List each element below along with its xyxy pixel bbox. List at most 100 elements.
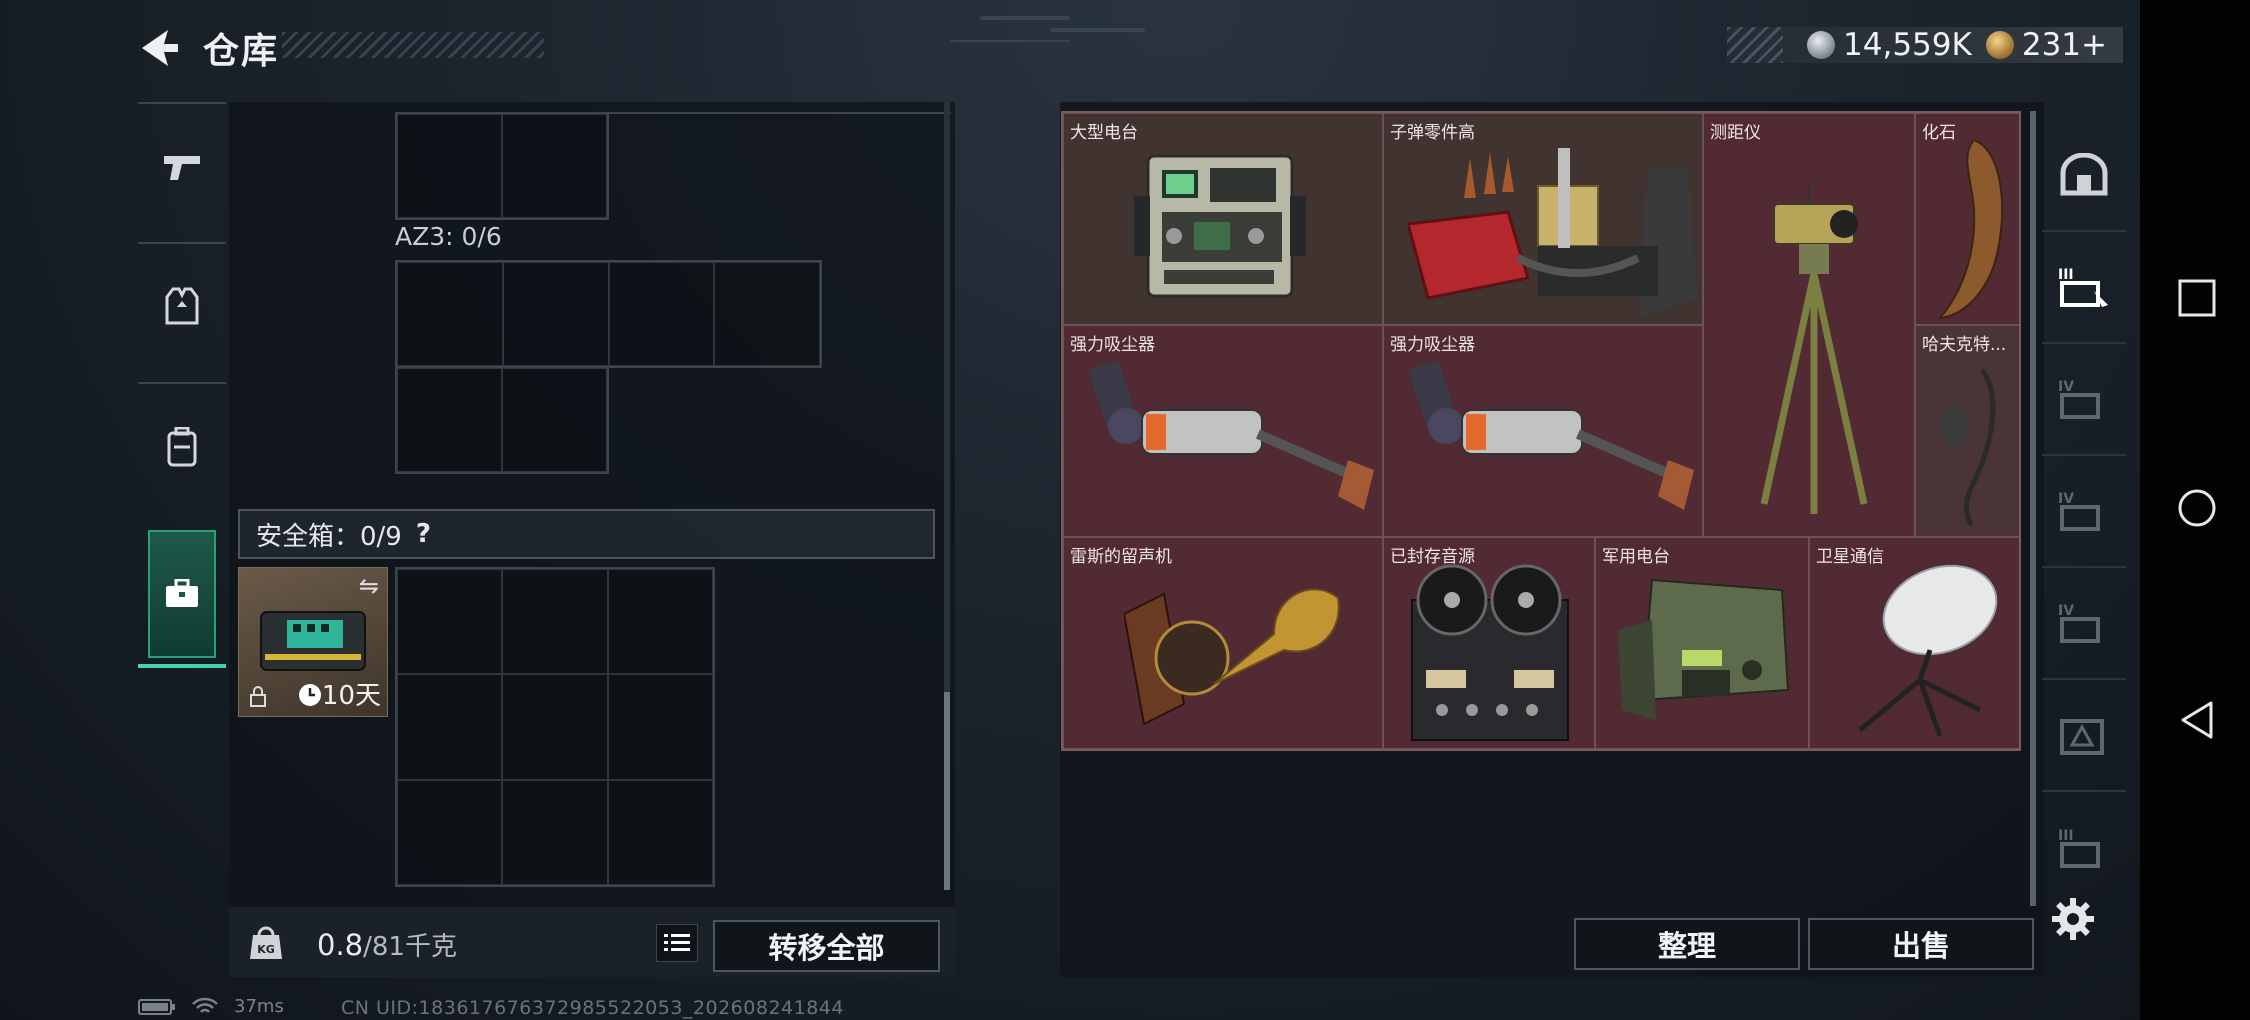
tab-weapon[interactable] [138,102,226,230]
scrollbar-thumb[interactable] [944,692,950,890]
stash-scrollbar[interactable] [2030,111,2036,906]
container-grid-top[interactable] [395,112,609,220]
tab-backpack[interactable] [138,382,226,510]
tab-safebox[interactable] [138,530,226,668]
svg-text:IV: IV [2058,491,2074,507]
battery-icon [138,998,175,1015]
stash-home-icon [2060,153,2108,196]
active-tab-indicator [138,664,226,668]
ping-readout: 37ms [234,996,284,1017]
item-name: 测距仪 [1710,123,1761,143]
stash-tab-3[interactable]: III [2042,232,2126,344]
silver-currency[interactable]: 14,559K [1807,27,1972,63]
item-name: 雷斯的留声机 [1070,547,1172,567]
container-panel: AZ3: 0/6 安全箱：0/9 ? ⇋ 10天 KG 0.8/81千克 转移全… [229,102,955,977]
stash-page-3-icon: III [2058,828,2100,868]
item-satellite-comm[interactable]: 卫星通信 [1809,537,2019,749]
safebox-duration: 10天 [298,675,381,712]
sort-button[interactable]: 整理 [1574,918,1800,970]
az3-grid-row2[interactable] [395,366,609,474]
weight-capacity: /81千克 [363,932,457,962]
user-uid: CN UID:183617676372985522053_20260824184… [341,997,844,1019]
title-hatch-decoration [282,32,544,58]
left-tab-column [138,102,226,674]
home-icon[interactable] [2177,488,2217,528]
vacuum-image [1408,360,1694,510]
clock-icon [298,684,321,706]
item-large-radio[interactable]: 大型电台 [1063,113,1383,325]
svg-text:IV: IV [2058,603,2074,619]
stash-page-4-icon: IV [2058,603,2100,643]
stash-tab-column: III IV IV IV III [2042,120,2126,910]
bg-streak [980,16,1070,20]
recent-apps-icon[interactable] [2177,278,2217,318]
fossil-image [1937,140,2004,320]
stash-tab-5[interactable] [2042,680,2126,792]
ammo-parts-image [1408,148,1698,318]
system-back-icon[interactable] [2177,700,2217,740]
settings-gear-icon[interactable] [2050,896,2096,942]
help-icon[interactable]: ? [416,519,431,549]
back-arrow-icon[interactable] [138,26,180,70]
stash-tab-6[interactable]: III [2042,792,2126,904]
item-military-radio[interactable]: 军用电台 [1595,537,1809,749]
az3-label: AZ3: 0/6 [395,222,502,251]
tab-armor[interactable] [138,242,226,370]
transfer-all-button[interactable]: 转移全部 [713,920,940,972]
currency-bar: 14,559K 231+ [1727,27,2123,63]
page-title: 仓库 [203,31,280,72]
weight-current: 0.8 [317,928,364,962]
military-radio-image [1618,578,1790,720]
item-name: 大型电台 [1070,123,1138,143]
pistol-icon [164,156,200,180]
svg-text:IV: IV [2058,379,2074,395]
item-haavk[interactable]: 哈夫克特... [1915,325,2019,537]
system-nav-bar [2140,0,2250,1020]
stash-page-4-icon: IV [2058,491,2100,531]
svg-text:KG: KG [257,943,275,956]
satellite-dish-image [1858,564,1998,737]
stash-item-grid: 大型电台 子弹零件高 测距仪 化石 强力吸尘器 强力吸尘器 哈夫克特... 雷斯… [1061,111,2021,751]
container-scrollbar[interactable] [944,102,950,890]
weight-kg-icon: KG [250,926,282,959]
item-rangefinder[interactable]: 测距仪 [1703,113,1915,537]
item-vacuum-1[interactable]: 强力吸尘器 [1063,325,1383,537]
stash-tab-4b[interactable]: IV [2042,456,2126,568]
stash-page-3-icon: III [2058,267,2108,307]
vacuum-image [1088,360,1374,510]
item-ammo-parts[interactable]: 子弹零件高 [1383,113,1703,325]
stash-tab-all[interactable] [2042,120,2126,232]
gramophone-image [1124,588,1340,726]
reel-to-reel-image [1411,564,1569,741]
list-view-button[interactable] [656,924,698,962]
safebox-item[interactable]: ⇋ 10天 [238,567,388,717]
safebox-grid[interactable] [395,567,715,887]
silver-coin-icon [1807,31,1836,59]
briefcase-icon [166,579,198,607]
haavk-item-image [1940,368,1996,526]
item-gramophone[interactable]: 雷斯的留声机 [1063,537,1383,749]
stash-tab-4a[interactable]: IV [2042,344,2126,456]
bg-streak [1050,28,1145,32]
item-sealed-audio[interactable]: 已封存音源 [1383,537,1595,749]
silver-amount: 14,559K [1843,27,1972,63]
status-row: 37ms [138,996,284,1017]
wifi-icon [192,997,218,1013]
grid-edge [607,112,951,114]
large-radio-image [1134,154,1306,298]
svg-text:III: III [2058,267,2074,283]
stash-tab-4c[interactable]: IV [2042,568,2126,680]
az3-grid-row1[interactable] [395,260,822,368]
safebox-days: 10天 [321,681,381,711]
item-vacuum-2[interactable]: 强力吸尘器 [1383,325,1703,537]
gold-coin-icon [1985,31,2014,59]
item-fossil[interactable]: 化石 [1915,113,2019,325]
safebox-capacity: 安全箱：0/9 [256,521,402,552]
rangefinder-image [1760,184,1868,514]
swap-icon[interactable]: ⇋ [359,572,379,600]
list-icon [664,934,690,951]
gold-amount: 231+ [2021,27,2107,63]
sell-button[interactable]: 出售 [1808,918,2034,970]
gold-currency[interactable]: 231+ [1985,27,2107,63]
bg-streak [950,40,1070,42]
